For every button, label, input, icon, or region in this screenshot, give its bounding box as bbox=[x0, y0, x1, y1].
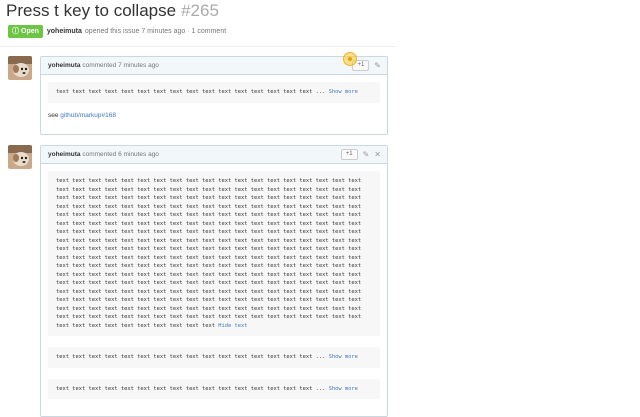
state-label: Open bbox=[21, 27, 39, 35]
code-text: text text text text text text text text … bbox=[56, 178, 362, 329]
issue-opened-text: opened this issue 7 minutes ago · 1 comm… bbox=[84, 27, 227, 35]
comment-header: yoheimuta commented 7 minutes ago +1 ✎ bbox=[41, 57, 387, 75]
pencil-icon[interactable]: ✎ bbox=[363, 150, 370, 159]
issue-meta: ⓘ Open yoheimuta opened this issue 7 min… bbox=[8, 24, 227, 38]
code-block: text text text text text text text text … bbox=[48, 378, 380, 399]
issue-title: Press t key to collapse #265 bbox=[6, 1, 219, 21]
avatar[interactable] bbox=[8, 145, 32, 169]
code-text: text text text text text text text text … bbox=[56, 354, 329, 360]
show-more-link[interactable]: Show more bbox=[329, 89, 358, 95]
pencil-icon[interactable]: ✎ bbox=[374, 61, 381, 70]
code-text: text text text text text text text text … bbox=[56, 385, 329, 392]
comment-2: yoheimuta commented 6 minutes ago +1 ✎ ✕… bbox=[40, 145, 388, 417]
state-badge: ⓘ Open bbox=[8, 24, 43, 38]
divider bbox=[0, 46, 396, 47]
see-line: see github/markup#168 bbox=[48, 112, 380, 119]
comment-author-link[interactable]: yoheimuta bbox=[48, 62, 81, 69]
issue-number: #265 bbox=[181, 1, 219, 20]
comment-time[interactable]: commented 7 minutes ago bbox=[82, 62, 159, 69]
plus-one-button[interactable]: +1 bbox=[340, 149, 358, 160]
comment-header: yoheimuta commented 6 minutes ago +1 ✎ ✕ bbox=[41, 146, 387, 164]
comment-1: yoheimuta commented 7 minutes ago +1 ✎ t… bbox=[40, 56, 388, 135]
avatar[interactable] bbox=[8, 56, 32, 80]
comment-time[interactable]: commented 6 minutes ago bbox=[82, 151, 159, 158]
x-icon[interactable]: ✕ bbox=[374, 150, 381, 159]
show-more-link[interactable]: Show more bbox=[329, 386, 358, 392]
code-text: text text text text text text text text … bbox=[56, 89, 329, 95]
comment-body: text text text text text text text text … bbox=[41, 164, 387, 406]
hide-text-link[interactable]: Hide text bbox=[218, 323, 247, 329]
show-more-link[interactable]: Show more bbox=[329, 354, 358, 360]
code-block: text text text text text text text text … bbox=[48, 347, 380, 368]
mouse-cursor bbox=[343, 52, 357, 66]
comment-author-link[interactable]: yoheimuta bbox=[48, 151, 81, 158]
issue-opened-icon: ⓘ bbox=[12, 28, 19, 35]
markup-issue-link[interactable]: github/markup#168 bbox=[60, 112, 116, 119]
issue-title-text: Press t key to collapse bbox=[6, 1, 177, 20]
comment-body: text text text text text text text text … bbox=[41, 75, 387, 126]
issue-author-link[interactable]: yoheimuta bbox=[47, 28, 82, 35]
code-block-expanded: text text text text text text text text … bbox=[48, 171, 380, 336]
code-block: text text text text text text text text … bbox=[48, 82, 380, 103]
see-prefix: see bbox=[48, 111, 61, 119]
